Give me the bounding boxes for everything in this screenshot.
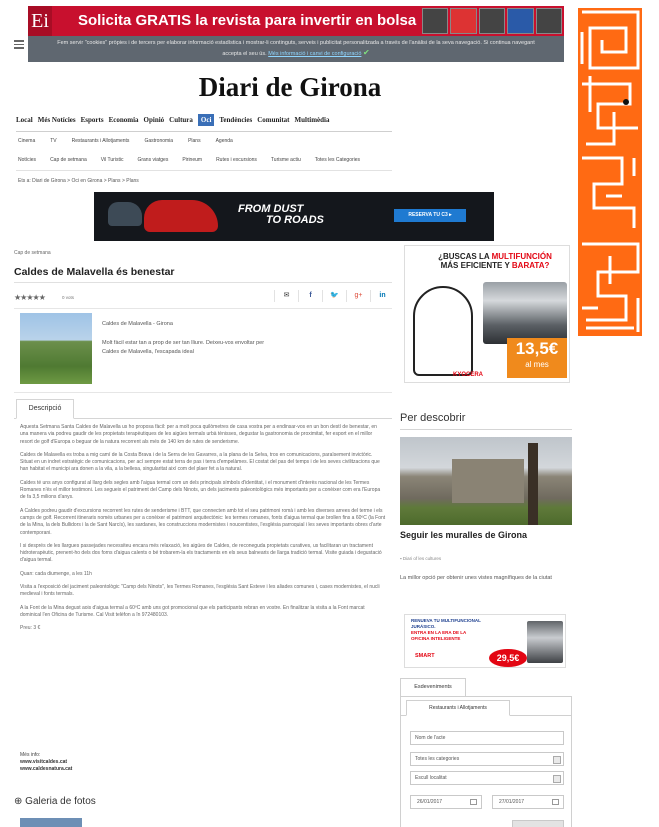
discover-photo[interactable]	[400, 437, 572, 525]
cartoon-illustration	[413, 286, 473, 376]
more-info-label: Més info:	[20, 752, 41, 758]
category-item-pirineum[interactable]: Pirineum	[182, 157, 202, 163]
car-image	[108, 202, 142, 226]
maze-graphic	[580, 10, 640, 332]
nav-item-local[interactable]: Local	[16, 116, 33, 124]
kyocera-logo: KYOCERA	[453, 372, 484, 378]
category-item-cap-de-setmana[interactable]: Cap de setmana	[50, 157, 87, 163]
office-printer-image	[527, 621, 563, 663]
article-title: Caldes de Malavella és benestar	[14, 266, 175, 278]
tab-restaurants[interactable]: Restaurants i Allotjaments	[406, 700, 510, 716]
rating-stars[interactable]: ★★★★★	[14, 293, 46, 302]
calendar-icon[interactable]	[470, 799, 477, 805]
article-body: Aquesta Setmana Santa Caldes de Malavell…	[20, 424, 386, 632]
date-to-input[interactable]: 27/01/2017	[492, 795, 564, 809]
printer-image	[483, 282, 567, 344]
top-ad-headline: Solicita GRATIS la revista para invertir…	[78, 12, 417, 29]
nav-divider	[16, 131, 392, 132]
email-icon[interactable]: ✉	[274, 290, 298, 302]
vote-count: 0 vots	[62, 295, 75, 300]
lead-divider	[14, 392, 392, 393]
office-ad-headline: RENUEVA TU MULTIFUNCIONAL JURÁSICO. ENTR…	[411, 618, 481, 641]
subnav-item-gastronomia[interactable]: Gastronomia	[144, 138, 173, 144]
twitter-icon[interactable]: 🐦	[322, 290, 346, 302]
location-select[interactable]: Escull localitat	[410, 771, 564, 785]
nav-item-multimedia[interactable]: Multimèdia	[295, 116, 330, 124]
gallery-thumbnail[interactable]	[20, 818, 82, 827]
tab-events[interactable]: Esdeveniments	[400, 678, 466, 696]
nav-item-cultura[interactable]: Cultura	[169, 116, 193, 124]
printer-ad[interactable]: ¿BUSCAS LA MULTIFUNCIÓN MÁS EFICIENTE Y …	[404, 245, 570, 383]
nav-item-opinio[interactable]: Opinió	[144, 116, 165, 124]
link-caldesnatura[interactable]: www.caldesnatura.cat	[20, 766, 72, 773]
linkedin-icon[interactable]: in	[370, 290, 394, 302]
subnav-item-plans[interactable]: Plans	[188, 138, 201, 144]
subnav-item-restaurants[interactable]: Restaurants i Allotjaments	[72, 138, 130, 144]
category-navigation: Notícies Cap de setmana Vil Turistic Gra…	[18, 157, 398, 163]
discover-meta: ▪ Diari of les cultures	[400, 556, 442, 561]
more-info: Més info: www.visitcaldes.cat www.caldes…	[20, 752, 72, 773]
car-ad-banner[interactable]: FROM DUST TO ROADS RESERVA TU C3 ▸	[94, 192, 494, 241]
discover-caption[interactable]: Seguir les muralles de Girona	[400, 530, 527, 540]
google-plus-icon[interactable]: g+	[346, 290, 370, 302]
subnav-item-cinema[interactable]: Cinema	[18, 138, 35, 144]
category-item-noticies[interactable]: Notícies	[18, 157, 36, 163]
subnav-item-tv[interactable]: TV	[50, 138, 56, 144]
share-divider	[14, 308, 392, 309]
nav-item-mes-noticies[interactable]: Més Notícies	[38, 116, 76, 124]
magazine-covers	[422, 8, 563, 34]
printer-ad-headline: ¿BUSCAS LA MULTIFUNCIÓN MÁS EFICIENTE Y …	[438, 252, 552, 270]
top-ad-banner[interactable]: Ei Solicita GRATIS la revista para inver…	[28, 6, 564, 36]
menu-icon[interactable]	[14, 40, 24, 49]
main-navigation: Local Més Notícies Esports Economia Opin…	[16, 112, 392, 128]
office-printer-ad[interactable]: RENUEVA TU MULTIFUNCIONAL JURÁSICO. ENTR…	[404, 614, 566, 668]
nav-item-comunitat[interactable]: Comunitat	[257, 116, 289, 124]
subnav-item-agenda[interactable]: Agenda	[216, 138, 233, 144]
discover-text: La millor opció per obtenir unes vistes …	[400, 575, 552, 581]
car-image	[144, 200, 218, 232]
discover-divider	[400, 429, 572, 430]
discover-heading: Per descobrir	[400, 412, 466, 424]
category-item-vil-turistic[interactable]: Vil Turistic	[101, 157, 124, 163]
category-item-rutes[interactable]: Rutes i excursions	[216, 157, 257, 163]
breadcrumb[interactable]: Ets a: Diari de Girona > Oci en Girona >…	[18, 178, 139, 184]
category-item-totes[interactable]: Totes les Categories	[315, 157, 360, 163]
nav-item-economia[interactable]: Economia	[109, 116, 139, 124]
date-from-input[interactable]: 26/01/2017	[410, 795, 482, 809]
calendar-icon[interactable]	[552, 799, 559, 805]
category-item-turisme-actiu[interactable]: Turisme actiu	[271, 157, 301, 163]
title-divider	[14, 282, 392, 283]
reserve-button[interactable]: RESERVA TU C3 ▸	[394, 209, 466, 222]
category-select[interactable]: Totes les categories	[410, 752, 564, 766]
cookie-info-link[interactable]: Més informació i canvi de configuració	[268, 51, 361, 57]
price-badge: 13,5€ al mes	[507, 338, 567, 378]
ei-logo: Ei	[28, 6, 52, 36]
nav-item-esports[interactable]: Esports	[81, 116, 104, 124]
article-kicker[interactable]: Cap de setmana	[14, 250, 51, 256]
cookie-notice: Fem servir "cookies" pròpies i de tercer…	[28, 36, 564, 62]
cookie-accept-icon[interactable]: ✔	[363, 48, 370, 57]
link-visitcaldes[interactable]: www.visitcaldes.cat	[20, 759, 72, 766]
tab-description[interactable]: Descripció	[16, 399, 74, 419]
subnav-divider	[16, 170, 392, 171]
nav-item-tendencies[interactable]: Tendències	[219, 116, 252, 124]
gallery-title: ⊕ Galeria de fotos	[14, 796, 96, 807]
share-bar: ✉ f 🐦 g+ in	[274, 290, 394, 302]
article-lead-text: Molt fàcil estar tan a prop de ser tan l…	[102, 340, 265, 355]
smart-logo: SMART	[415, 653, 435, 659]
article-location: Caldes de Malavella - Girona	[102, 321, 173, 327]
nav-item-oci[interactable]: Oci	[197, 114, 215, 126]
sub-navigation: Cinema TV Restaurants i Allotjaments Gas…	[18, 138, 398, 144]
search-button[interactable]	[512, 820, 564, 827]
facebook-icon[interactable]: f	[298, 290, 322, 302]
category-item-grans-viatges[interactable]: Grans viatges	[137, 157, 168, 163]
ad-slogan: FROM DUST TO ROADS	[238, 203, 324, 226]
site-title[interactable]: Diari de Girona	[120, 72, 460, 103]
article-lead-photo[interactable]	[20, 313, 92, 384]
office-price-badge: 29,5€	[489, 649, 527, 667]
event-name-input[interactable]: Nom de l'acte	[410, 731, 564, 745]
side-maze-ad[interactable]	[578, 8, 642, 336]
